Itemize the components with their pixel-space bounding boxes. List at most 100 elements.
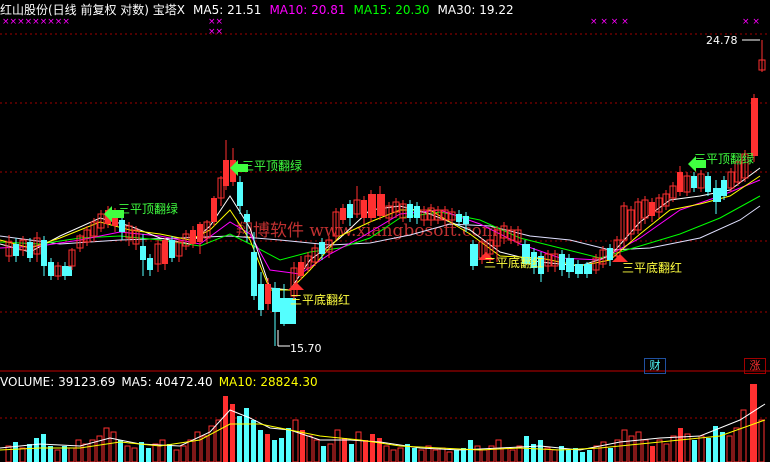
svg-text:三平底翻红: 三平底翻红 bbox=[622, 260, 682, 275]
volume-bar bbox=[13, 442, 18, 462]
candle bbox=[727, 168, 735, 192]
candle bbox=[607, 244, 613, 266]
volume-bar bbox=[75, 439, 82, 462]
kline-chart[interactable]: ××××××××× ×× ×× × × × × × × 翔博软件 www.xia… bbox=[0, 0, 770, 462]
volume-bar bbox=[692, 440, 697, 462]
volume-bar bbox=[124, 445, 131, 462]
volume-bar bbox=[663, 443, 670, 462]
candle bbox=[649, 198, 655, 222]
candle bbox=[258, 272, 264, 316]
volume-ma10-value: MA10: 28824.30 bbox=[218, 375, 318, 389]
volume-bar bbox=[237, 416, 242, 462]
high-price-label: 24.78 bbox=[706, 34, 760, 47]
signal-top-2: 三平顶翻绿 bbox=[230, 158, 302, 176]
volume-bar bbox=[544, 447, 551, 462]
volume-bar bbox=[223, 396, 228, 462]
candle bbox=[48, 258, 54, 280]
volume-bar bbox=[758, 419, 765, 462]
volume-bar bbox=[146, 448, 151, 462]
volume-bar bbox=[551, 449, 558, 462]
volume-bar bbox=[628, 435, 635, 462]
volume-bar bbox=[524, 436, 529, 462]
volume-bar bbox=[397, 447, 404, 462]
volume-bar bbox=[720, 432, 725, 462]
candle bbox=[90, 218, 98, 242]
candle bbox=[470, 240, 478, 270]
volume-bar bbox=[370, 434, 375, 462]
volume-bar bbox=[5, 445, 12, 462]
volume-bar bbox=[566, 450, 571, 462]
svg-text:三平底翻红: 三平底翻红 bbox=[290, 292, 350, 307]
volume-bar bbox=[363, 440, 368, 462]
candle bbox=[566, 254, 574, 278]
badge-cai[interactable]: 财 bbox=[644, 358, 666, 374]
candle bbox=[251, 232, 257, 300]
candle bbox=[713, 180, 721, 214]
svg-text:24.78: 24.78 bbox=[706, 34, 738, 47]
volume-bar bbox=[698, 435, 705, 462]
svg-text:三平底翻红: 三平底翻红 bbox=[484, 255, 544, 270]
volume-bar bbox=[110, 431, 117, 462]
volume-bar bbox=[390, 449, 397, 462]
volume-bar bbox=[656, 439, 663, 462]
volume-bar bbox=[412, 448, 417, 462]
volume-bar bbox=[54, 449, 61, 462]
volume-bar bbox=[468, 440, 473, 462]
volume-bar bbox=[103, 427, 110, 462]
candle bbox=[265, 278, 271, 310]
svg-text:三平顶翻绿: 三平顶翻绿 bbox=[242, 158, 302, 173]
volume-bars bbox=[5, 384, 765, 462]
volume-bar bbox=[684, 433, 691, 462]
volume-bar bbox=[481, 449, 488, 462]
candle bbox=[162, 238, 168, 270]
candle bbox=[575, 260, 583, 278]
volume-bar bbox=[173, 449, 180, 462]
volume-bar bbox=[251, 420, 256, 462]
volume-bar bbox=[167, 444, 172, 462]
volume-bar bbox=[139, 442, 144, 462]
volume-header: VOLUME: 39123.69 MA5: 40472.40 MA10: 28824… bbox=[0, 374, 324, 390]
volume-bar bbox=[334, 429, 341, 462]
volume-bar bbox=[208, 425, 215, 462]
volume-bar bbox=[215, 419, 222, 462]
volume-bar bbox=[383, 445, 390, 462]
badge-zhang[interactable]: 涨 bbox=[744, 358, 766, 374]
volume-ma10-line bbox=[0, 419, 766, 451]
volume-bar bbox=[733, 427, 740, 462]
volume-bar bbox=[68, 447, 75, 462]
candle bbox=[634, 198, 642, 234]
candle bbox=[584, 262, 592, 278]
volume-bar bbox=[509, 449, 516, 462]
signal-top-3: 三平顶翻绿 bbox=[688, 151, 754, 172]
candle bbox=[41, 236, 47, 276]
candle bbox=[368, 190, 376, 222]
volume-bar bbox=[580, 452, 585, 462]
volume-bar bbox=[587, 450, 592, 462]
candle bbox=[223, 140, 229, 190]
candle bbox=[5, 235, 13, 262]
volume-bar bbox=[306, 435, 313, 462]
candle bbox=[559, 250, 565, 276]
volume-bar bbox=[713, 426, 718, 462]
candle bbox=[319, 238, 325, 260]
volume-bar bbox=[706, 438, 711, 462]
svg-text:15.70: 15.70 bbox=[290, 342, 322, 355]
candle bbox=[399, 200, 407, 222]
candle bbox=[677, 166, 683, 196]
volume-bar bbox=[650, 446, 655, 462]
volume-bar bbox=[726, 435, 733, 462]
candle bbox=[705, 172, 711, 196]
volume-bar bbox=[474, 445, 481, 462]
volume-bar bbox=[292, 419, 299, 462]
signal-bottom-3: 三平底翻红 bbox=[612, 254, 682, 275]
low-price-label: 15.70 bbox=[277, 330, 322, 355]
volume-bar bbox=[342, 438, 347, 462]
candle bbox=[407, 200, 413, 222]
volume-bar bbox=[180, 445, 187, 462]
candlesticks[interactable] bbox=[5, 40, 766, 346]
candle bbox=[211, 196, 217, 226]
volume-bar bbox=[201, 435, 208, 462]
candle bbox=[361, 196, 367, 224]
volume-bar bbox=[187, 439, 194, 462]
volume-bar bbox=[265, 434, 270, 462]
